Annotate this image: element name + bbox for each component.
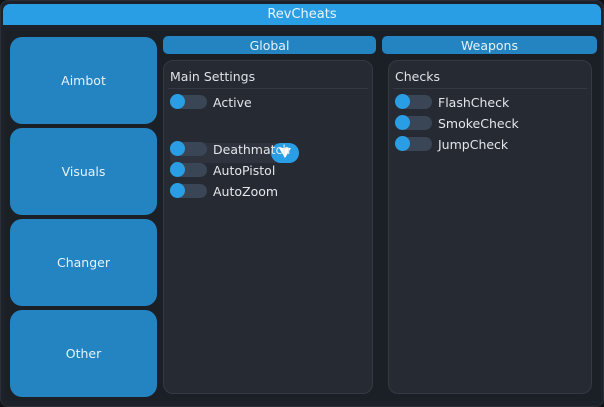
- toggle-knob: [170, 162, 185, 177]
- title-bar[interactable]: RevCheats: [3, 4, 601, 25]
- app-window: RevCheats Aimbot Visuals Changer Other G…: [0, 0, 604, 407]
- toggle-label: FlashCheck: [438, 94, 510, 110]
- sidebar-item-label: Other: [65, 346, 102, 361]
- toggle-label: Active: [213, 94, 252, 110]
- tab-global[interactable]: Global: [163, 36, 376, 54]
- toggle-knob: [170, 141, 185, 156]
- tab-label: Weapons: [461, 37, 518, 53]
- jumpcheck-row: JumpCheck: [395, 136, 508, 152]
- autozoom-toggle[interactable]: [170, 183, 207, 198]
- autopistol-toggle[interactable]: [170, 162, 207, 177]
- checks-panel: Checks FlashCheck SmokeCheck JumpCheck: [388, 60, 592, 394]
- divider: [393, 88, 587, 89]
- toggle-knob: [395, 94, 410, 109]
- toggle-label: AutoZoom: [213, 183, 279, 199]
- window-title: RevCheats: [267, 7, 337, 22]
- tab-weapons[interactable]: Weapons: [382, 36, 597, 54]
- panel-title: Checks: [395, 69, 440, 84]
- main-settings-panel: Main Settings Active Deathmatch AutoPist…: [163, 60, 373, 394]
- toggle-label: AutoPistol: [213, 162, 276, 178]
- tab-label: Global: [249, 37, 290, 53]
- toggle-knob: [170, 94, 185, 109]
- sidebar-item-changer[interactable]: Changer: [10, 219, 157, 306]
- sidebar-item-label: Aimbot: [61, 73, 106, 88]
- sidebar-item-other[interactable]: Other: [10, 310, 157, 397]
- sidebar-item-visuals[interactable]: Visuals: [10, 128, 157, 215]
- smokecheck-row: SmokeCheck: [395, 115, 519, 131]
- flashcheck-toggle[interactable]: [395, 94, 432, 109]
- jumpcheck-toggle[interactable]: [395, 136, 432, 151]
- autozoom-row: AutoZoom: [170, 183, 278, 199]
- flashcheck-row: FlashCheck: [395, 94, 509, 110]
- autopistol-row: AutoPistol: [170, 162, 275, 178]
- toggle-label: SmokeCheck: [438, 115, 519, 131]
- divider: [168, 88, 368, 89]
- active-row: Active: [170, 94, 252, 110]
- panel-title: Main Settings: [170, 69, 256, 84]
- toggle-label: Deathmatch: [213, 141, 291, 157]
- toggle-knob: [395, 136, 410, 151]
- sidebar-item-aimbot[interactable]: Aimbot: [10, 37, 157, 124]
- sidebar-item-label: Visuals: [61, 164, 106, 179]
- sidebar-item-label: Changer: [57, 255, 110, 270]
- toggle-knob: [395, 115, 410, 130]
- active-toggle[interactable]: [170, 94, 207, 109]
- deathmatch-row: Deathmatch: [170, 141, 290, 157]
- deathmatch-toggle[interactable]: [170, 141, 207, 156]
- smokecheck-toggle[interactable]: [395, 115, 432, 130]
- content-area: Aimbot Visuals Changer Other Global Weap…: [5, 31, 601, 401]
- toggle-label: JumpCheck: [438, 136, 509, 152]
- toggle-knob: [170, 183, 185, 198]
